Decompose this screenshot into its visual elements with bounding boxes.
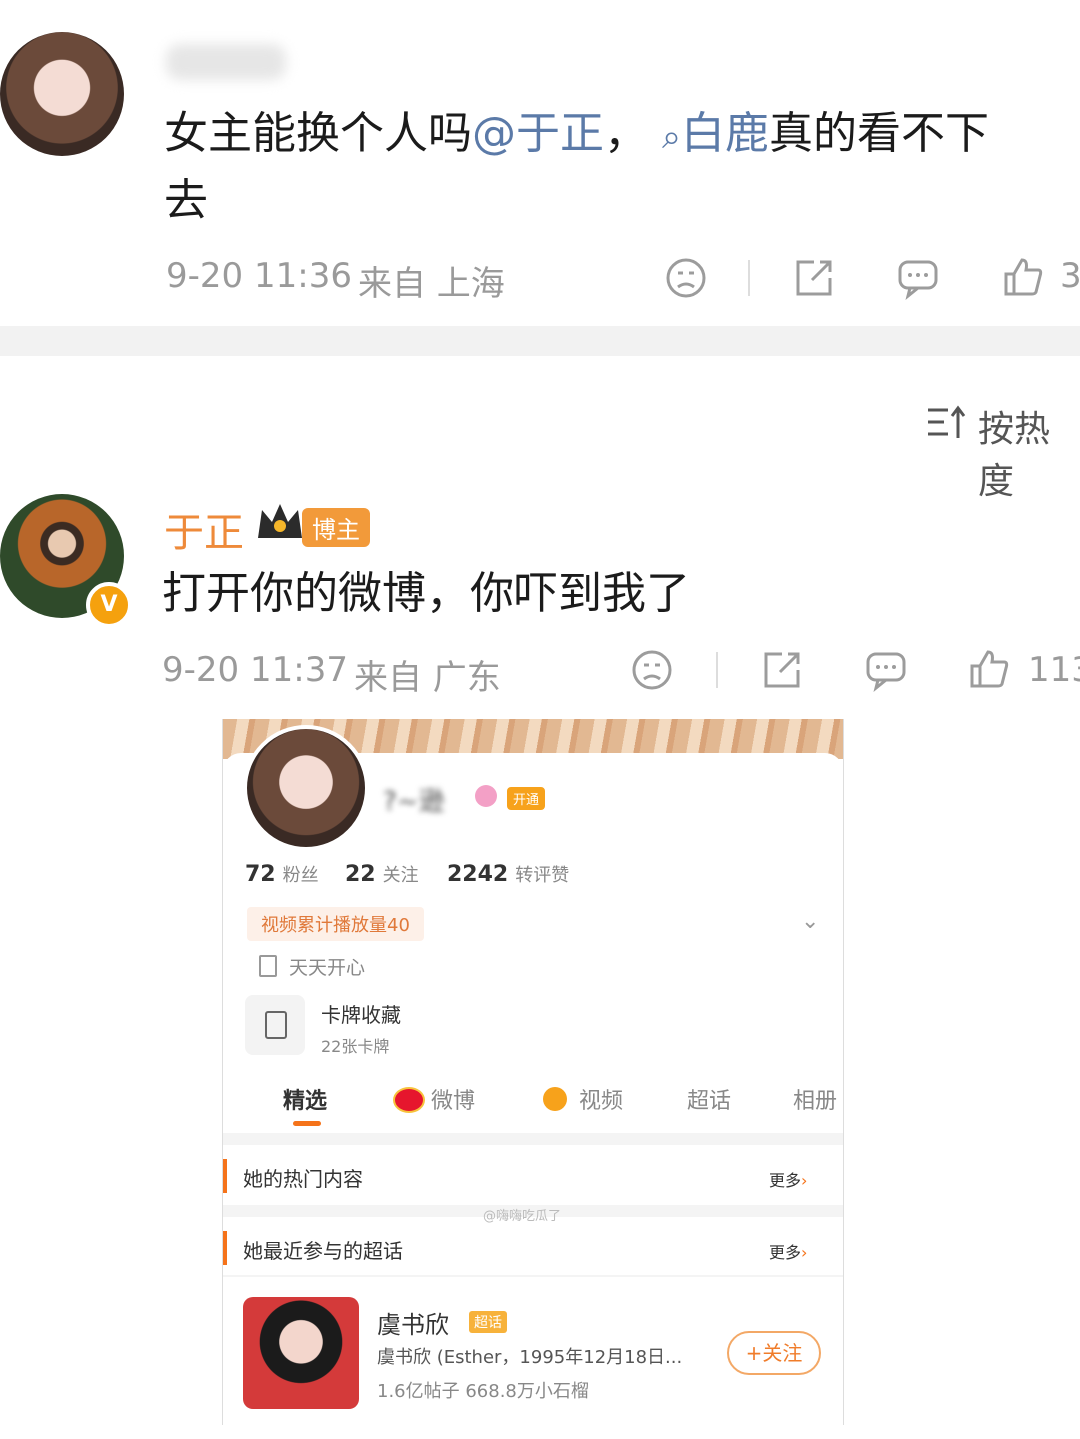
weibo-logo-icon <box>393 1087 425 1113</box>
tab-chaohua[interactable]: 超话 <box>687 1083 731 1115</box>
tab-weibo[interactable]: 微博 <box>431 1083 475 1115</box>
chaohua-tag: 超话 <box>469 1311 507 1333</box>
reply-location: 来自 广东 <box>354 658 501 698</box>
comment-bubble-icon[interactable] <box>864 648 908 692</box>
stat-label: 关注 <box>382 865 419 886</box>
hot-content-title: 她的热门内容 <box>243 1167 363 1191</box>
comment-bubble-icon[interactable] <box>896 256 940 300</box>
pink-badge-icon <box>475 785 497 807</box>
comment-text-part: 真的看不下 <box>769 108 990 159</box>
chaohua-section-title: 她最近参与的超话 <box>243 1239 403 1263</box>
sort-icon[interactable] <box>926 404 966 440</box>
profile-screenshot: ?~逊 开通 72 粉丝 22 关注 2242 转评赞 视频累计播放量40 ⌄ … <box>222 719 844 1425</box>
video-logo-icon <box>543 1087 567 1111</box>
verified-badge-icon: V <box>86 582 132 628</box>
profile-avatar <box>243 725 369 851</box>
vip-open-badge: 开通 <box>507 787 546 810</box>
stat-label: 转评赞 <box>515 865 570 886</box>
chaohua-divider <box>223 1275 843 1277</box>
dislike-face-icon[interactable] <box>630 648 674 692</box>
share-icon[interactable] <box>760 648 804 692</box>
commenter-name-blurred <box>166 44 286 80</box>
comment-location: 来自 上海 <box>358 264 505 304</box>
stat-value: 72 <box>245 862 276 887</box>
comment-text-part: 去 <box>164 175 208 226</box>
chevron-right-icon: › <box>801 1243 808 1262</box>
commenter-avatar[interactable] <box>0 32 124 156</box>
author-name[interactable]: 于正 <box>164 500 244 558</box>
bio-icon <box>259 955 277 977</box>
stat-interactions: 2242 转评赞 <box>447 861 569 887</box>
more-label: 更多 <box>769 1171 802 1190</box>
chevron-right-icon: › <box>801 1171 808 1190</box>
card-icon <box>265 1011 287 1039</box>
thumbs-up-icon[interactable] <box>966 646 1012 692</box>
search-topic-link[interactable]: ⌕白鹿 <box>662 108 769 159</box>
chevron-down-icon[interactable]: ⌄ <box>801 909 819 934</box>
dislike-face-icon[interactable] <box>664 256 708 300</box>
action-divider <box>716 652 718 688</box>
share-icon[interactable] <box>792 256 836 300</box>
mention-link[interactable]: @于正 <box>472 108 604 159</box>
chaohua-description: 虞书欣 (Esther，1995年12月18日... <box>377 1347 683 1368</box>
section-accent <box>223 1159 227 1193</box>
tab-album[interactable]: 相册 <box>793 1083 837 1115</box>
reply-text: 打开你的微博，你吓到我了 <box>162 568 690 619</box>
comment-text-part: 女主能换个人吗 <box>164 108 472 159</box>
crown-icon <box>258 504 302 538</box>
reply-time: 9-20 11:37 <box>162 650 348 690</box>
stat-value: 22 <box>345 862 376 887</box>
follow-button[interactable]: +关注 <box>727 1331 821 1375</box>
video-play-count-tag: 视频累计播放量40 <box>247 907 424 941</box>
active-tab-indicator <box>293 1121 321 1126</box>
tab-featured[interactable]: 精选 <box>283 1083 327 1115</box>
search-icon: ⌕ <box>662 117 682 157</box>
stat-following: 22 关注 <box>345 861 419 887</box>
like-count: 3 <box>1060 256 1080 296</box>
card-collection-title[interactable]: 卡牌收藏 <box>321 999 401 1028</box>
tab-video[interactable]: 视频 <box>579 1083 623 1115</box>
profile-name: ?~逊 <box>383 787 445 817</box>
chaohua-thumbnail[interactable] <box>243 1297 359 1409</box>
section-separator <box>223 1133 843 1145</box>
action-divider <box>748 260 750 296</box>
watermark: @嗨嗨吃瓜了 <box>483 1209 562 1224</box>
card-collection-count: 22张卡牌 <box>321 1037 390 1056</box>
bio-text: 天天开心 <box>289 957 366 979</box>
chaohua-name[interactable]: 虞书欣 <box>377 1305 449 1340</box>
comment-time: 9-20 11:36 <box>166 256 352 296</box>
stat-label: 粉丝 <box>282 865 319 886</box>
comment-text: 女主能换个人吗@于正， ⌕白鹿真的看不下 去 <box>164 102 1064 233</box>
stat-followers: 72 粉丝 <box>245 861 319 887</box>
comment-separator: ， <box>604 108 648 159</box>
card-collection-icon[interactable] <box>245 995 305 1055</box>
chaohua-more-link[interactable]: 更多› <box>769 1239 807 1263</box>
section-accent <box>223 1231 227 1265</box>
section-divider <box>0 326 1080 356</box>
stat-value: 2242 <box>447 862 509 887</box>
chaohua-stats: 1.6亿帖子 668.8万小石榴 <box>377 1381 589 1402</box>
bozhu-badge: 博主 <box>302 508 370 547</box>
like-count: 113 <box>1028 650 1080 690</box>
more-label: 更多 <box>769 1243 802 1262</box>
hot-more-link[interactable]: 更多› <box>769 1167 807 1191</box>
sort-label[interactable]: 按热度 <box>978 400 1080 504</box>
thumbs-up-icon[interactable] <box>1000 254 1046 300</box>
search-topic-label: 白鹿 <box>681 108 770 159</box>
